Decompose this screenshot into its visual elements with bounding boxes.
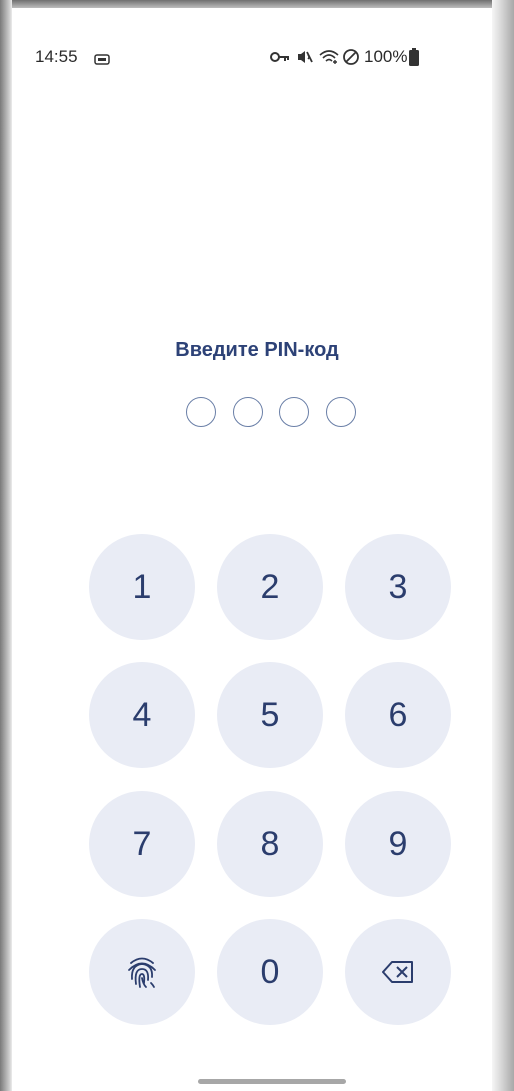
wifi-icon — [319, 49, 339, 65]
device-frame-right — [492, 0, 514, 1091]
pin-indicator — [186, 397, 356, 431]
device-frame-top — [0, 0, 514, 8]
gesture-navigation-bar[interactable] — [198, 1079, 346, 1084]
pin-dot — [279, 397, 310, 427]
fingerprint-icon — [127, 955, 157, 989]
status-time: 14:55 — [35, 47, 78, 66]
key-5[interactable]: 5 — [217, 662, 323, 768]
key-4[interactable]: 4 — [89, 662, 195, 768]
pin-title: Введите PIN-код — [175, 339, 339, 361]
backspace-button[interactable] — [345, 919, 451, 1025]
do-not-disturb-icon — [342, 48, 360, 66]
key-8[interactable]: 8 — [217, 791, 323, 897]
key-2[interactable]: 2 — [217, 534, 323, 640]
fingerprint-button[interactable] — [89, 919, 195, 1025]
mute-icon — [296, 49, 314, 65]
pin-dot — [232, 397, 263, 427]
pin-dot — [325, 397, 356, 427]
battery-percentage: 100% — [364, 47, 408, 66]
key-3[interactable]: 3 — [345, 534, 451, 640]
battery-icon — [409, 48, 420, 66]
key-0[interactable]: 0 — [217, 919, 323, 1025]
backspace-icon — [382, 960, 414, 984]
key-1[interactable]: 1 — [89, 534, 195, 640]
screen-record-icon — [94, 52, 110, 70]
pin-dot — [186, 397, 216, 427]
status-bar: 14:55 100% — [12, 8, 492, 98]
key-9[interactable]: 9 — [345, 791, 451, 897]
vpn-key-icon — [270, 50, 290, 64]
device-frame-left — [0, 0, 12, 1091]
key-6[interactable]: 6 — [345, 662, 451, 768]
status-icons: 100% — [270, 47, 420, 67]
key-7[interactable]: 7 — [89, 791, 195, 897]
